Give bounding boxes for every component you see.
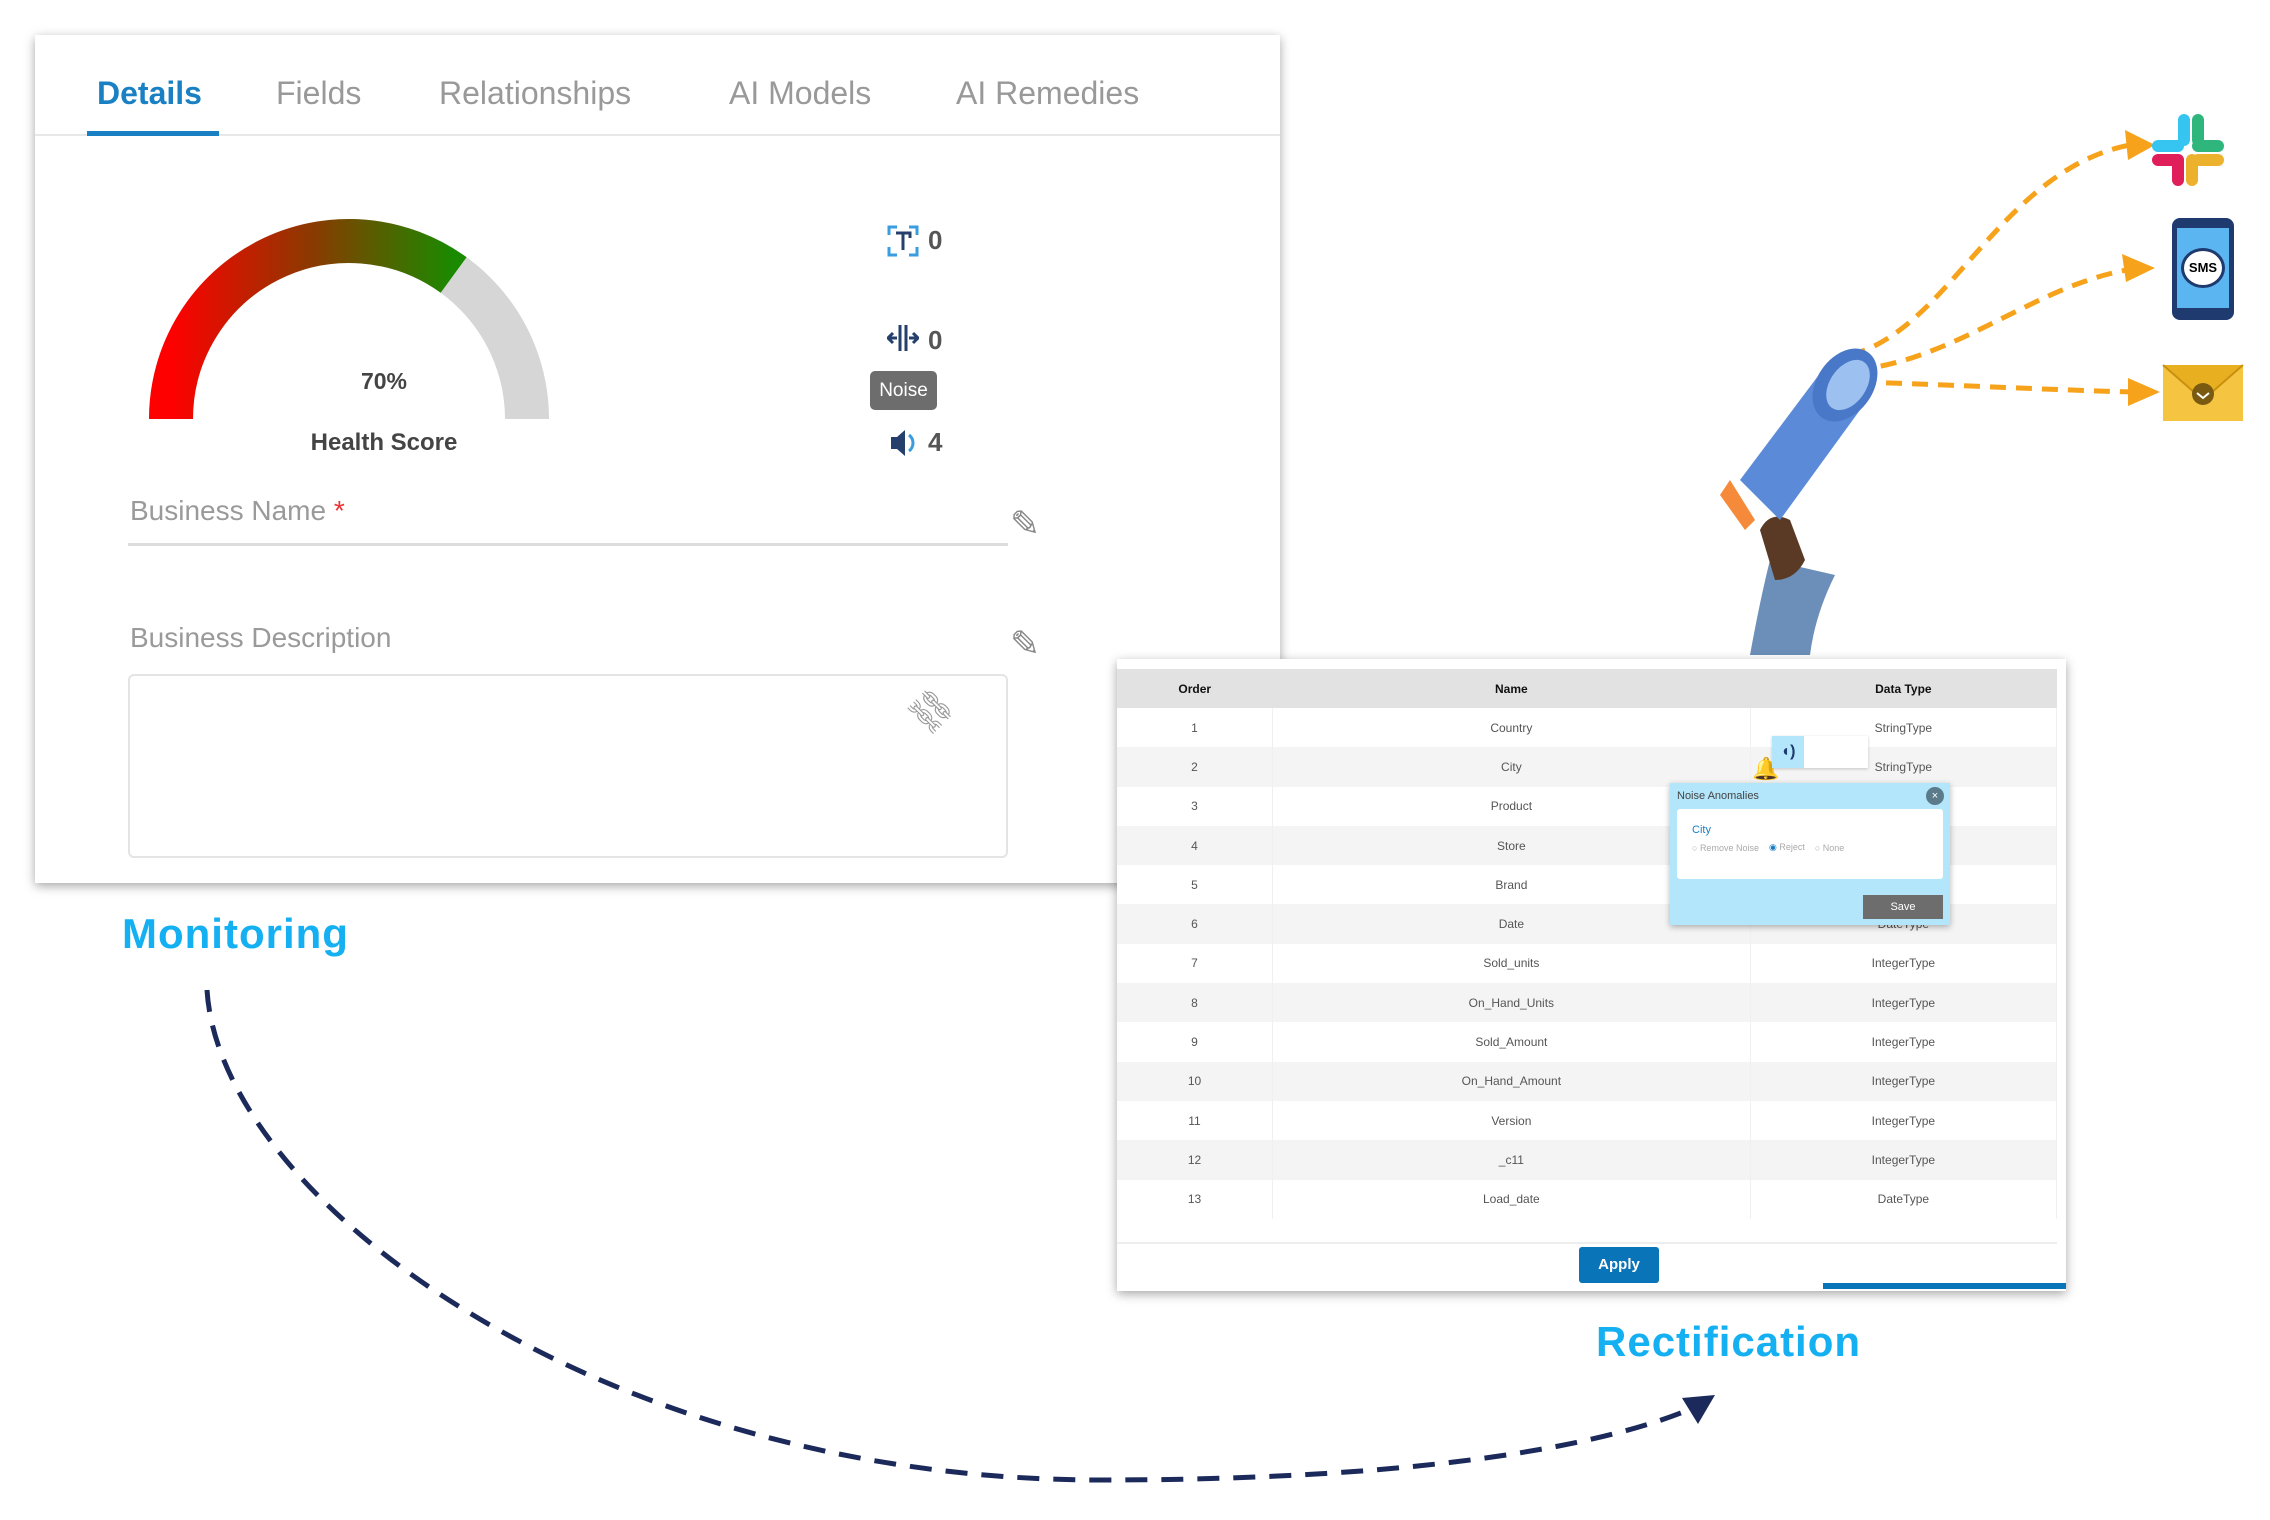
noise-anomalies-popup: Noise Anomalies × City ○ Remove Noise ◉ … <box>1670 783 1950 925</box>
table-row[interactable]: 7 Sold_units IntegerType <box>1117 943 2058 984</box>
cell-order: 1 <box>1117 708 1274 748</box>
notification-arrows <box>1849 142 2141 395</box>
megaphone-icon <box>1720 348 1878 655</box>
cell-order: 10 <box>1117 1061 1274 1101</box>
progress-strip <box>1823 1283 2066 1289</box>
popup-body: City ○ Remove Noise ◉ Reject ○ None <box>1677 809 1943 879</box>
fields-table-panel: Order Name Data Type 1 Country StringType 2… <box>1117 659 2066 1291</box>
cell-name: Version <box>1272 1100 1751 1141</box>
text-scan-icon <box>887 225 919 257</box>
table-row[interactable]: 10 On_Hand_Amount IntegerType <box>1117 1061 2058 1101</box>
tab-fields[interactable]: Fields <box>276 75 361 112</box>
cell-order: 8 <box>1117 983 1274 1023</box>
tab-relationships[interactable]: Relationships <box>439 75 631 112</box>
arc-arrowhead-icon <box>1682 1395 1715 1424</box>
active-tab-indicator <box>87 131 219 136</box>
noise-small-icon: ◖) <box>1772 736 1804 768</box>
cell-name: Sold_Amount <box>1272 1022 1751 1062</box>
monitoring-caption: Monitoring <box>122 910 349 957</box>
fields-table: Order Name Data Type 1 Country StringType 2… <box>1117 669 2058 1219</box>
gauge-title: Health Score <box>310 429 458 456</box>
cell-order: 11 <box>1117 1100 1274 1141</box>
tab-ai-remedies[interactable]: AI Remedies <box>956 75 1139 112</box>
cell-order: 9 <box>1117 1022 1274 1062</box>
table-row[interactable]: 8 On_Hand_Units IntegerType <box>1117 983 2058 1023</box>
cell-name: On_Hand_Amount <box>1272 1061 1751 1101</box>
slack-icon <box>2152 114 2224 186</box>
noise-tooltip: Noise <box>870 371 937 410</box>
cell-name: City <box>1272 747 1751 787</box>
close-icon[interactable]: × <box>1926 787 1944 805</box>
cell-data-type: IntegerType <box>1750 1140 2058 1180</box>
table-row[interactable]: 2 City StringType <box>1117 747 2058 787</box>
edit-description-pencil-icon[interactable]: ✎ <box>1010 623 1040 665</box>
option-none[interactable]: ○ None <box>1815 843 1844 853</box>
noise-icon-tab[interactable]: ◖) <box>1772 736 1868 768</box>
header-name[interactable]: Name <box>1272 669 1751 708</box>
noise-icon[interactable] <box>887 427 921 459</box>
table-row[interactable]: 13 Load_date DateType <box>1117 1179 2058 1219</box>
table-row[interactable]: 11 Version IntegerType <box>1117 1100 2058 1141</box>
tab-details[interactable]: Details <box>97 75 202 112</box>
details-panel: Details Fields Relationships AI Models A… <box>35 35 1280 883</box>
table-row[interactable]: 12 _c11 IntegerType <box>1117 1140 2058 1180</box>
tab-ai-models[interactable]: AI Models <box>729 75 871 112</box>
business-description-label: Business Description <box>130 622 392 653</box>
cell-name: _c11 <box>1272 1140 1751 1180</box>
health-gauge <box>149 219 549 420</box>
save-button[interactable]: Save <box>1863 895 1943 919</box>
cell-order: 4 <box>1117 825 1274 866</box>
cell-order: 2 <box>1117 747 1274 787</box>
cell-data-type: IntegerType <box>1750 943 2058 984</box>
noise-count: 4 <box>928 427 943 457</box>
table-row[interactable]: 9 Sold_Amount IntegerType <box>1117 1022 2058 1062</box>
cell-order: 6 <box>1117 904 1274 944</box>
cell-name: Load_date <box>1272 1179 1751 1219</box>
cell-order: 12 <box>1117 1140 1274 1180</box>
business-name-label: Business Name * <box>130 495 345 526</box>
sms-phone-icon: SMS <box>2172 218 2234 320</box>
text-count: 0 <box>928 225 943 255</box>
sms-label: SMS <box>2181 248 2225 288</box>
table-row[interactable]: 1 Country StringType <box>1117 708 2058 748</box>
cell-data-type: IntegerType <box>1750 1061 2058 1101</box>
footer-divider <box>1117 1242 2057 1244</box>
gauge-value: 70% <box>360 368 408 394</box>
cell-data-type: IntegerType <box>1750 1100 2058 1141</box>
edit-name-pencil-icon[interactable]: ✎ <box>1010 503 1040 545</box>
email-icon <box>2162 364 2244 421</box>
apply-button[interactable]: Apply <box>1579 1247 1659 1283</box>
cell-data-type: IntegerType <box>1750 1022 2058 1062</box>
cell-order: 7 <box>1117 943 1274 984</box>
cell-data-type: IntegerType <box>1750 983 2058 1023</box>
option-reject[interactable]: ◉ Reject <box>1769 842 1805 853</box>
cell-data-type: DateType <box>1750 1179 2058 1219</box>
business-description-textarea[interactable] <box>128 674 1008 858</box>
rectification-caption: Rectification <box>1596 1318 1862 1365</box>
tab-divider <box>35 134 1280 136</box>
header-data-type[interactable]: Data Type <box>1750 669 2057 708</box>
field-name: City <box>1692 824 1711 836</box>
cell-order: 3 <box>1117 786 1274 826</box>
split-icon <box>887 325 919 351</box>
option-remove-noise[interactable]: ○ Remove Noise <box>1692 843 1759 853</box>
cell-name: On_Hand_Units <box>1272 983 1751 1023</box>
cell-order: 13 <box>1117 1179 1274 1219</box>
header-order[interactable]: Order <box>1117 669 1273 708</box>
cell-name: Country <box>1272 708 1751 748</box>
split-count: 0 <box>928 325 943 355</box>
popup-title: Noise Anomalies <box>1677 790 1759 802</box>
cell-order: 5 <box>1117 865 1274 905</box>
noise-options: ○ Remove Noise ◉ Reject ○ None <box>1692 842 1844 853</box>
cell-name: Sold_units <box>1272 943 1751 984</box>
business-name-input[interactable] <box>128 543 1008 546</box>
